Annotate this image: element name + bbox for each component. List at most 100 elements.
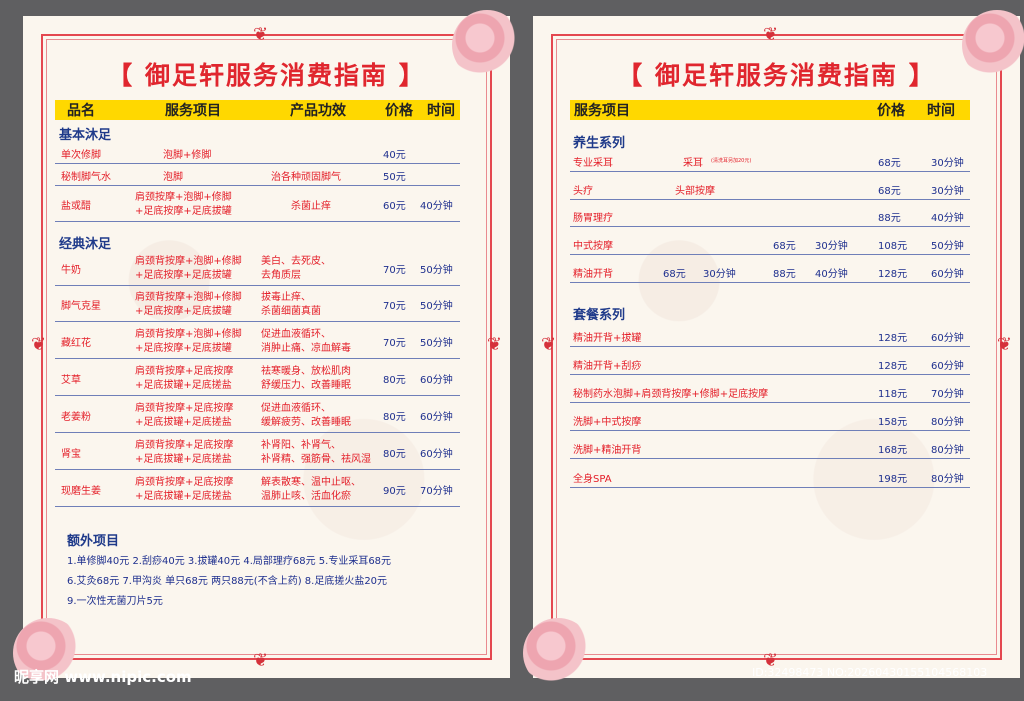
item-price: 70元 [383,301,406,312]
item-name: 牛奶 [61,265,81,276]
item-name: 秘制脚气水 [61,172,111,183]
item-name: 精油开背 [573,269,613,280]
item-price: 90元 [383,486,406,497]
right-menu-page: ❦ ❦ ❦ ❦ 【 御足轩服务消费指南 】 服务项目 价格 时间 养生系列 套餐… [523,10,1024,688]
item-time: 40分钟 [420,201,453,212]
item-name: 老姜粉 [61,412,91,423]
item-price: 60元 [383,201,406,212]
item-effect: 解表散寒、温中止呕、 [261,477,361,488]
section-title: 经典沐足 [59,237,112,252]
item-name: 洗脚+精油开背 [573,445,642,456]
item-service: +足底按摩+足底拔罐 [135,270,232,281]
item-price: 198元 [878,474,908,485]
item-name: 秘制药水泡脚+肩颈背按摩+修脚+足底按摩 [573,389,769,400]
item-name: 盐或醋 [61,201,91,212]
section-title: 套餐系列 [573,308,626,323]
item-price: 158元 [878,417,908,428]
item-time: 50分钟 [420,338,453,349]
item-time: 80分钟 [931,417,964,428]
row-divider [55,321,460,322]
item-service: 肩颈背按摩+泡脚+修脚 [135,292,242,303]
item-price: 68元 [878,186,901,197]
item-price: 80元 [383,449,406,460]
row-divider [570,430,970,431]
decorative-border [551,34,1002,660]
item-name: 洗脚+中式按摩 [573,417,642,428]
item-price: 80元 [383,412,406,423]
item-service: 头部按摩 [675,186,715,197]
item-time: 70分钟 [931,389,964,400]
row-divider [570,226,970,227]
item-price-option: 68元 [663,269,686,280]
item-name: 单次修脚 [61,150,101,161]
item-service: +足底拔罐+足底搓盐 [135,491,232,502]
ornament-icon: ❦ [763,24,779,45]
left-menu-page: ❦ ❦ ❦ ❦ 【 御足轩服务消费指南 】 品名 服务项目 产品功效 价格 时间… [13,10,522,688]
item-name: 肠胃理疗 [573,213,613,224]
item-effect: 美白、去死皮、 [261,256,331,267]
item-service: +足底按摩+足底拔罐 [135,306,232,317]
item-time-option: 30分钟 [815,241,848,252]
item-time: 30分钟 [931,158,964,169]
item-effect: 缓解疲劳、改善睡眠 [261,417,351,428]
row-divider [55,469,460,470]
item-time: 80分钟 [931,445,964,456]
item-service: +足底拔罐+足底搓盐 [135,417,232,428]
section-title: 养生系列 [573,136,626,151]
item-name: 中式按摩 [573,241,613,252]
item-price: 128元 [878,333,908,344]
item-effect: 补肾阳、补肾气、 [261,440,341,451]
item-price-option: 68元 [773,241,796,252]
item-service: 泡脚+修脚 [163,150,212,161]
item-price: 40元 [383,150,406,161]
item-price: 80元 [383,375,406,386]
item-effect: 去角质层 [261,270,301,281]
item-service: 肩颈按摩+泡脚+修脚 [135,192,232,203]
item-service: 肩颈背按摩+泡脚+修脚 [135,329,242,340]
col-price: 价格 [877,103,905,119]
extra-title: 额外项目 [67,534,120,549]
row-divider [570,282,970,283]
item-time: 60分钟 [420,449,453,460]
item-note: (清洗耳另加20元) [711,158,752,164]
ornament-icon: ❦ [996,334,1012,355]
item-price: 50元 [383,172,406,183]
item-time-option: 30分钟 [703,269,736,280]
item-service: 泡脚 [163,172,183,183]
item-effect: 消肿止痛、凉血解毒 [261,343,351,354]
item-service: +足底按摩+足底拔罐 [135,343,232,354]
row-divider [570,171,970,172]
item-price: 70元 [383,265,406,276]
item-price: 70元 [383,338,406,349]
item-price: 108元 [878,241,908,252]
item-price: 128元 [878,269,908,280]
ornament-icon: ❦ [253,24,269,45]
ornament-icon: ❦ [486,334,502,355]
item-time: 60分钟 [931,333,964,344]
item-effect: 补肾精、强筋骨、祛风湿 [261,454,371,465]
item-time: 60分钟 [420,412,453,423]
row-divider [55,506,460,507]
section-title: 基本沐足 [59,128,112,143]
row-divider [570,254,970,255]
row-divider [570,346,970,347]
item-service: +足底拔罐+足底搓盐 [135,380,232,391]
item-time: 80分钟 [931,474,964,485]
col-price: 价格 [385,103,413,119]
item-service: 肩颈背按摩+足底按摩 [135,440,234,451]
ornament-icon: ❦ [31,334,47,355]
rose-decoration [523,618,593,688]
item-name: 头疗 [573,186,593,197]
item-name: 现磨生姜 [61,486,101,497]
extra-line: 1.单修脚40元 2.刮痧40元 3.拔罐40元 4.局部理疗68元 5.专业采… [67,556,392,567]
row-divider [55,395,460,396]
item-price: 88元 [878,213,901,224]
item-effect: 温肺止咳、活血化瘀 [261,491,351,502]
col-time: 时间 [927,103,955,119]
col-service: 服务项目 [574,103,630,119]
row-divider [570,487,970,488]
row-divider [55,358,460,359]
table-header: 品名 服务项目 产品功效 价格 时间 [55,100,460,120]
row-divider [55,185,460,186]
item-service: 采耳 [683,158,703,169]
